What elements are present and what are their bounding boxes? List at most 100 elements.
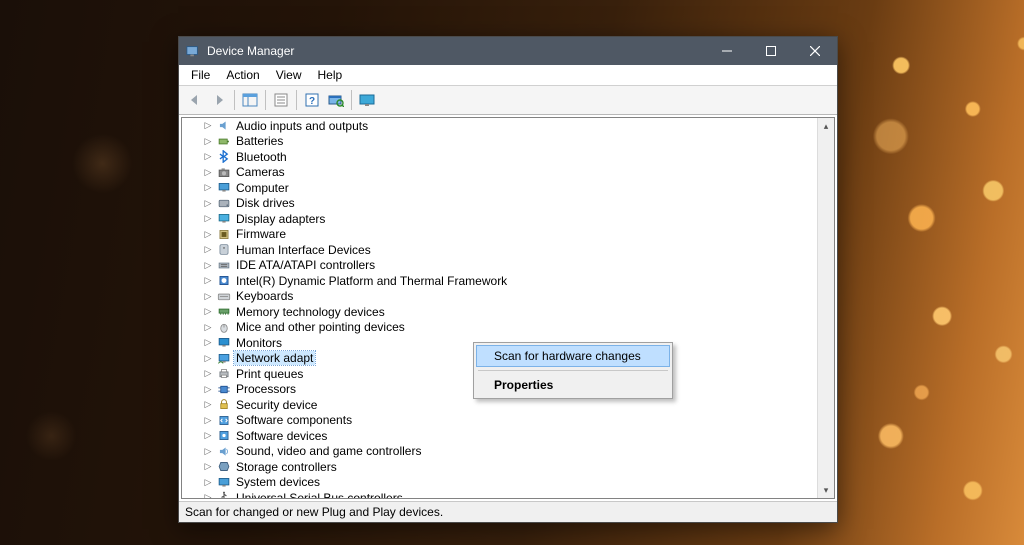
- expand-chevron-icon[interactable]: ▷: [202, 182, 214, 193]
- expand-chevron-icon[interactable]: ▷: [202, 244, 214, 255]
- tree-item-ide[interactable]: ▷ IDE ATA/ATAPI controllers: [182, 258, 834, 274]
- tree-item-audio[interactable]: ▷Audio inputs and outputs: [182, 118, 834, 134]
- storage-icon: [216, 459, 232, 474]
- expand-chevron-icon[interactable]: ▷: [202, 167, 214, 178]
- context-separator: [478, 370, 668, 371]
- tree-item-battery[interactable]: ▷ Batteries: [182, 134, 834, 150]
- tree-item-label: IDE ATA/ATAPI controllers: [234, 258, 377, 272]
- scrollbar[interactable]: ▴ ▾: [817, 118, 834, 498]
- maximize-button[interactable]: [749, 37, 793, 65]
- expand-chevron-icon[interactable]: ▷: [202, 399, 214, 410]
- ide-icon: [216, 258, 232, 273]
- expand-chevron-icon[interactable]: ▷: [202, 353, 214, 364]
- context-properties[interactable]: Properties: [476, 374, 670, 396]
- expand-chevron-icon[interactable]: ▷: [202, 430, 214, 441]
- tree-item-computer[interactable]: ▷ Computer: [182, 180, 834, 196]
- printer-icon: [216, 366, 232, 381]
- tree-item-usb[interactable]: ▷ Universal Serial Bus controllers: [182, 490, 834, 498]
- expand-chevron-icon[interactable]: ▷: [202, 492, 214, 498]
- expand-chevron-icon[interactable]: ▷: [202, 415, 214, 426]
- tree-item-sound[interactable]: ▷Sound, video and game controllers: [182, 444, 834, 460]
- expand-chevron-icon[interactable]: ▷: [202, 198, 214, 209]
- minimize-button[interactable]: [705, 37, 749, 65]
- tree-item-storage[interactable]: ▷Storage controllers: [182, 459, 834, 475]
- expand-chevron-icon[interactable]: ▷: [202, 306, 214, 317]
- tree-item-label: Universal Serial Bus controllers: [234, 491, 405, 498]
- scroll-down-icon[interactable]: ▾: [818, 482, 834, 498]
- tree-item-label: Human Interface Devices: [234, 243, 373, 257]
- expand-chevron-icon[interactable]: ▷: [202, 461, 214, 472]
- expand-chevron-icon[interactable]: ▷: [202, 337, 214, 348]
- tree-item-label: Processors: [234, 382, 298, 396]
- tree-item-memory[interactable]: ▷ Memory technology devices: [182, 304, 834, 320]
- usb-icon: [216, 490, 232, 498]
- tree-item-firmware[interactable]: ▷ Firmware: [182, 227, 834, 243]
- tree-item-system[interactable]: ▷ System devices: [182, 475, 834, 491]
- tree-item-swcomp[interactable]: ▷ Software components: [182, 413, 834, 429]
- tree-item-label: Computer: [234, 181, 291, 195]
- expand-chevron-icon[interactable]: ▷: [202, 213, 214, 224]
- tree-item-label: Monitors: [234, 336, 284, 350]
- tree-item-label: Security device: [234, 398, 319, 412]
- menu-file[interactable]: File: [183, 66, 218, 84]
- tree-item-label: Batteries: [234, 134, 285, 148]
- swcomp-icon: [216, 413, 232, 428]
- expand-chevron-icon[interactable]: ▷: [202, 322, 214, 333]
- back-button[interactable]: [183, 88, 207, 112]
- device-manager-window: Device Manager File Action View Help: [178, 36, 838, 523]
- menu-action[interactable]: Action: [218, 66, 267, 84]
- computer-icon: [216, 180, 232, 195]
- statusbar: Scan for changed or new Plug and Play de…: [179, 501, 837, 522]
- expand-chevron-icon[interactable]: ▷: [202, 151, 214, 162]
- tree-item-mouse[interactable]: ▷Mice and other pointing devices: [182, 320, 834, 336]
- scan-hardware-button[interactable]: [324, 88, 348, 112]
- menu-view[interactable]: View: [268, 66, 310, 84]
- menubar: File Action View Help: [179, 65, 837, 86]
- tree-item-label: Print queues: [234, 367, 305, 381]
- memory-icon: [216, 304, 232, 319]
- expand-chevron-icon[interactable]: ▷: [202, 120, 214, 131]
- expand-chevron-icon[interactable]: ▷: [202, 477, 214, 488]
- tree-item-keyboard[interactable]: ▷ Keyboards: [182, 289, 834, 305]
- menu-help[interactable]: Help: [310, 66, 351, 84]
- expand-chevron-icon[interactable]: ▷: [202, 446, 214, 457]
- monitor-button[interactable]: [355, 88, 379, 112]
- tree-item-bluetooth[interactable]: ▷Bluetooth: [182, 149, 834, 165]
- show-hide-tree-button[interactable]: [238, 88, 262, 112]
- tree-item-display[interactable]: ▷Display adapters: [182, 211, 834, 227]
- expand-chevron-icon[interactable]: ▷: [202, 136, 214, 147]
- tree-item-label: System devices: [234, 475, 322, 489]
- tree-item-swdev[interactable]: ▷ Software devices: [182, 428, 834, 444]
- close-button[interactable]: [793, 37, 837, 65]
- tree-item-label: Software components: [234, 413, 354, 427]
- forward-button[interactable]: [207, 88, 231, 112]
- device-tree[interactable]: ▷Audio inputs and outputs▷Batteries▷Blue…: [182, 118, 834, 498]
- tree-item-label: Firmware: [234, 227, 288, 241]
- tree-item-disk[interactable]: ▷Disk drives: [182, 196, 834, 212]
- titlebar[interactable]: Device Manager: [179, 37, 837, 65]
- scroll-up-icon[interactable]: ▴: [818, 118, 834, 134]
- tree-item-label: Software devices: [234, 429, 329, 443]
- tree-item-label: Keyboards: [234, 289, 295, 303]
- expand-chevron-icon[interactable]: ▷: [202, 384, 214, 395]
- expand-chevron-icon[interactable]: ▷: [202, 368, 214, 379]
- expand-chevron-icon[interactable]: ▷: [202, 291, 214, 302]
- tree-item-hid[interactable]: ▷ Human Interface Devices: [182, 242, 834, 258]
- mouse-icon: [216, 320, 232, 335]
- window-title: Device Manager: [207, 44, 705, 58]
- tree-item-camera[interactable]: ▷Cameras: [182, 165, 834, 181]
- tree-item-label: Memory technology devices: [234, 305, 387, 319]
- expand-chevron-icon[interactable]: ▷: [202, 275, 214, 286]
- tree-item-thermal[interactable]: ▷Intel(R) Dynamic Platform and Thermal F…: [182, 273, 834, 289]
- display-icon: [216, 211, 232, 226]
- properties-button[interactable]: [269, 88, 293, 112]
- help-button[interactable]: ?: [300, 88, 324, 112]
- bluetooth-icon: [216, 149, 232, 164]
- expand-chevron-icon[interactable]: ▷: [202, 229, 214, 240]
- battery-icon: [216, 134, 232, 149]
- context-scan-hardware[interactable]: Scan for hardware changes: [476, 345, 670, 367]
- tree-item-security[interactable]: ▷ Security device: [182, 397, 834, 413]
- tree-item-label: Network adapt: [234, 351, 315, 365]
- expand-chevron-icon[interactable]: ▷: [202, 260, 214, 271]
- sound-icon: [216, 444, 232, 459]
